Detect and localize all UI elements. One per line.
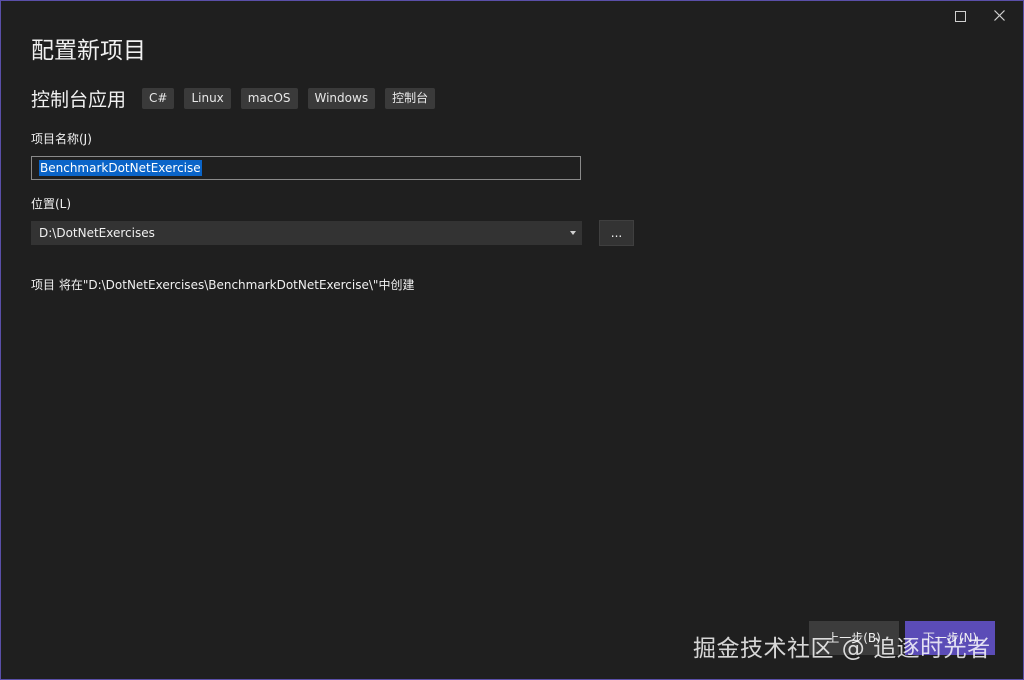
close-button[interactable]	[984, 5, 1014, 27]
location-label: 位置(L)	[31, 197, 72, 211]
watermark: 掘金技术社区 @ 追逐时光者	[693, 636, 991, 662]
location-value: D:\DotNetExercises	[39, 226, 155, 240]
project-name-value: BenchmarkDotNetExercise	[39, 160, 202, 176]
maximize-button[interactable]	[945, 5, 975, 27]
project-name-label: 项目名称(J)	[31, 132, 92, 146]
background-strip	[1, 1, 7, 679]
tag-macos: macOS	[240, 88, 298, 109]
page-title: 配置新项目	[31, 38, 146, 64]
tag-windows: Windows	[307, 88, 376, 109]
template-header: 控制台应用 C# Linux macOS Windows 控制台	[31, 85, 445, 112]
project-name-input[interactable]: BenchmarkDotNetExercise	[31, 156, 581, 180]
tag-linux: Linux	[184, 88, 231, 109]
location-select[interactable]: D:\DotNetExercises	[31, 221, 582, 245]
dialog-window: 配置新项目 控制台应用 C# Linux macOS Windows 控制台 项…	[0, 0, 1024, 680]
template-name: 控制台应用	[31, 89, 127, 111]
maximize-icon	[954, 11, 966, 22]
tag-console: 控制台	[385, 88, 436, 109]
tag-csharp: C#	[142, 88, 175, 109]
close-icon	[993, 10, 1005, 21]
path-info-text: 项目 将在"D:\DotNetExercises\BenchmarkDotNet…	[31, 278, 415, 292]
chevron-down-icon[interactable]	[570, 231, 576, 235]
browse-button[interactable]: ...	[599, 220, 634, 246]
